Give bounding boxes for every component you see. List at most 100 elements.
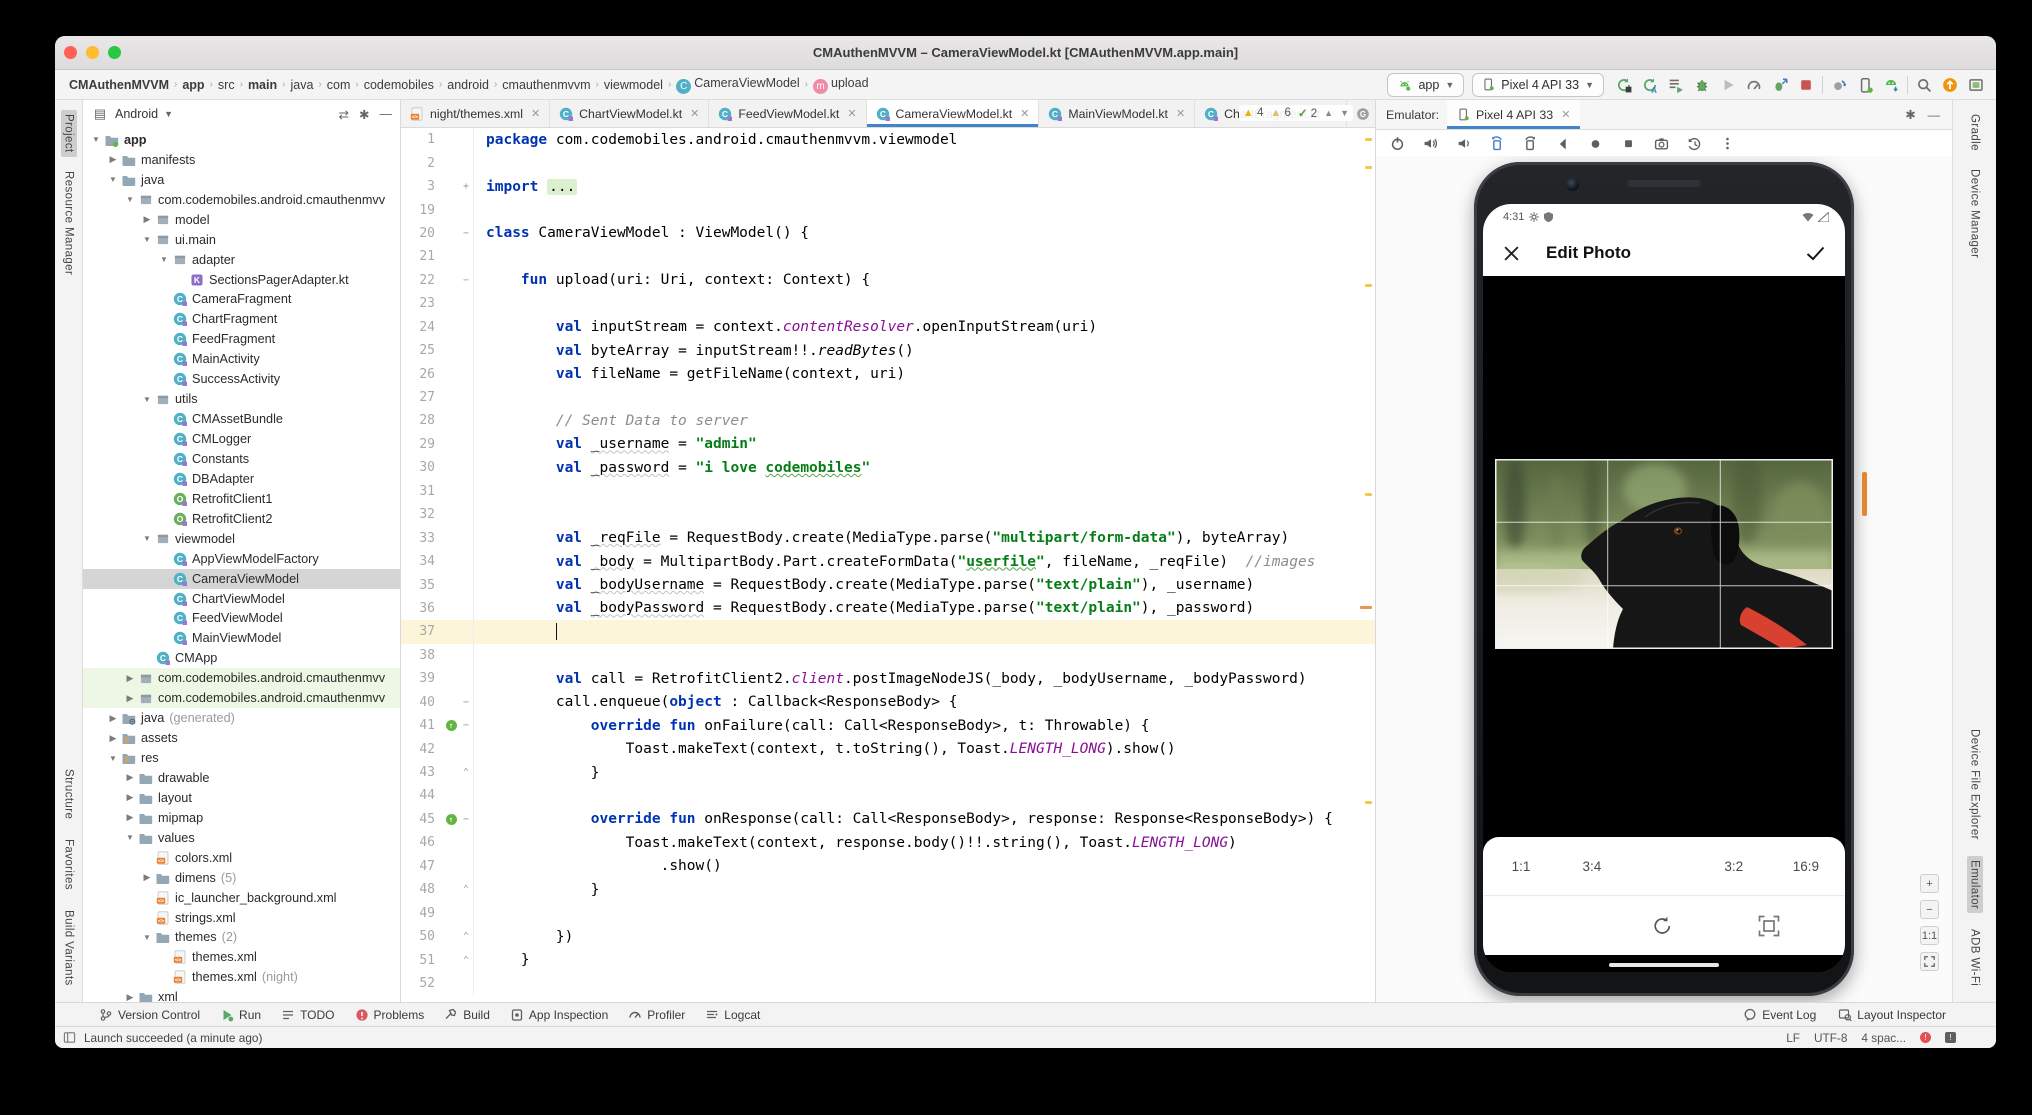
search-everywhere-icon[interactable] xyxy=(1912,74,1936,96)
error-stripe-mark[interactable] xyxy=(1365,284,1372,287)
aspect-ratio-1-1[interactable]: 1:1 xyxy=(1509,859,1533,874)
tree-item-model[interactable]: ▶model xyxy=(83,210,400,230)
stripe-item-resource-manager[interactable]: Resource Manager xyxy=(61,167,77,279)
code-line-35[interactable]: 35 val _bodyUsername = RequestBody.creat… xyxy=(401,573,1375,596)
tree-item-assets[interactable]: ▶assets xyxy=(83,728,400,748)
toolwindow-button-layout-inspector[interactable]: Layout Inspector xyxy=(1838,1008,1946,1022)
override-gutter-icon[interactable]: ↑ xyxy=(443,814,459,825)
tree-item-com-codemobiles-android-cmauthenmvv[interactable]: ▼com.codemobiles.android.cmauthenmvv xyxy=(83,190,400,210)
stripe-item-adb-wi-fi[interactable]: ADB Wi-Fi xyxy=(1967,925,1983,990)
sdk-manager-icon[interactable] xyxy=(1879,74,1903,96)
tree-expand-icon[interactable]: ▼ xyxy=(140,534,154,543)
tree-item-cameraviewmodel[interactable]: CCameraViewModel xyxy=(83,569,400,589)
fold-marker[interactable]: ⌃ xyxy=(459,878,474,901)
aspect-ratio-3-4[interactable]: 3:4 xyxy=(1580,859,1604,874)
code-line-22[interactable]: 22− fun upload(uri: Uri, context: Contex… xyxy=(401,269,1375,292)
fold-marker[interactable]: ⌃ xyxy=(459,761,474,784)
stop-icon[interactable] xyxy=(1794,74,1818,96)
tree-item-adapter[interactable]: ▼adapter xyxy=(83,250,400,270)
tree-expand-icon[interactable]: ▼ xyxy=(89,135,103,144)
code-line-37[interactable]: 37 xyxy=(401,620,1375,643)
tree-item-successactivity[interactable]: CSuccessActivity xyxy=(83,369,400,389)
toolwindow-button-run[interactable]: Run xyxy=(220,1008,261,1022)
project-view-selector[interactable]: Android xyxy=(115,107,158,121)
breadcrumb-item[interactable]: src xyxy=(218,78,235,92)
tab-night-themes-xml[interactable]: <>night/themes.xml✕ xyxy=(401,100,550,127)
rotate-right-icon[interactable] xyxy=(1520,134,1538,152)
fold-marker[interactable]: + xyxy=(459,175,474,198)
tree-item-retrofitclient2[interactable]: ORetrofitClient2 xyxy=(83,509,400,529)
stripe-item-build-variants[interactable]: Build Variants xyxy=(61,906,77,990)
inspection-widget[interactable]: ▲ 4 ▲ 6 ✓ 2 ▲ ▼ xyxy=(1239,105,1353,121)
fold-marker[interactable]: ⌃ xyxy=(459,948,474,971)
debug-icon[interactable] xyxy=(1690,74,1714,96)
tree-expand-icon[interactable]: ▼ xyxy=(140,235,154,244)
avd-icon[interactable] xyxy=(1964,74,1988,96)
tree-item-cmassetbundle[interactable]: CCMAssetBundle xyxy=(83,409,400,429)
aspect-ratio-16-9[interactable]: 16:9 xyxy=(1793,859,1819,874)
device-select[interactable]: Pixel 4 API 33 ▼ xyxy=(1472,73,1604,97)
code-line-49[interactable]: 49 xyxy=(401,901,1375,924)
code-line-2[interactable]: 2 xyxy=(401,151,1375,174)
apply-code-changes-icon[interactable]: A xyxy=(1638,74,1662,96)
breadcrumb-item[interactable]: CMAuthenMVVM xyxy=(69,78,169,92)
code-line-23[interactable]: 23 xyxy=(401,292,1375,315)
tree-item-cmapp[interactable]: CCMApp xyxy=(83,648,400,668)
chevron-down-icon[interactable]: ▼ xyxy=(164,109,173,119)
tree-item-dbadapter[interactable]: CDBAdapter xyxy=(83,469,400,489)
tree-expand-icon[interactable]: ▶ xyxy=(123,772,137,783)
zoom-window-button[interactable] xyxy=(108,46,121,59)
tree-item-drawable[interactable]: ▶drawable xyxy=(83,768,400,788)
tree-item-feedfragment[interactable]: CFeedFragment xyxy=(83,329,400,349)
code-line-30[interactable]: 30 val _password = "i love codemobiles" xyxy=(401,456,1375,479)
home-indicator[interactable] xyxy=(1609,963,1719,968)
code-line-19[interactable]: 19 xyxy=(401,198,1375,221)
apply-changes-restart-icon[interactable] xyxy=(1612,74,1636,96)
close-window-button[interactable] xyxy=(64,46,77,59)
code-line-1[interactable]: 1package com.codemobiles.android.cmauthe… xyxy=(401,128,1375,151)
code-line-25[interactable]: 25 val byteArray = inputStream!!.readByt… xyxy=(401,339,1375,362)
fit-to-window-button[interactable] xyxy=(1920,952,1939,971)
code-line-3[interactable]: 3+import ... xyxy=(401,175,1375,198)
volume-down-icon[interactable] xyxy=(1454,134,1472,152)
stripe-item-device-manager[interactable]: Device Manager xyxy=(1967,165,1983,262)
hide-panel-icon[interactable]: — xyxy=(1928,108,1940,122)
fold-marker[interactable]: − xyxy=(459,714,474,737)
toolwindow-button-version-control[interactable]: Version Control xyxy=(99,1008,200,1022)
tree-expand-icon[interactable]: ▶ xyxy=(140,872,154,883)
tree-expand-icon[interactable]: ▼ xyxy=(157,255,171,264)
tab-chartviewmodel-kt[interactable]: CChartViewModel.kt✕ xyxy=(550,100,709,127)
code-line-21[interactable]: 21 xyxy=(401,245,1375,268)
tree-expand-icon[interactable]: ▼ xyxy=(106,175,120,184)
aspect-ratio-3-2[interactable]: 3:2 xyxy=(1722,859,1746,874)
tree-item-utils[interactable]: ▼utils xyxy=(83,389,400,409)
fold-marker[interactable]: − xyxy=(459,691,474,714)
profiler-icon[interactable] xyxy=(1742,74,1766,96)
tree-item-chartfragment[interactable]: CChartFragment xyxy=(83,309,400,329)
zoom-out-button[interactable]: − xyxy=(1920,900,1939,919)
code-line-51[interactable]: 51⌃ } xyxy=(401,948,1375,971)
overview-icon[interactable] xyxy=(1619,134,1637,152)
code-line-52[interactable]: 52 xyxy=(401,972,1375,995)
tree-expand-icon[interactable]: ▼ xyxy=(123,195,137,204)
breadcrumb-item[interactable]: android xyxy=(447,78,489,92)
hide-panel-icon[interactable]: — xyxy=(380,107,393,122)
device-manager-icon[interactable] xyxy=(1853,74,1877,96)
code-line-41[interactable]: 41↑− override fun onFailure(call: Call<R… xyxy=(401,714,1375,737)
snapshots-icon[interactable] xyxy=(1685,134,1703,152)
code-line-26[interactable]: 26 val fileName = getFileName(context, u… xyxy=(401,362,1375,385)
tree-expand-icon[interactable]: ▶ xyxy=(106,733,120,744)
toolwindow-button-problems[interactable]: Problems xyxy=(355,1008,425,1022)
error-stripe-mark[interactable] xyxy=(1365,166,1372,169)
toolwindow-button-event-log[interactable]: Event Log xyxy=(1743,1008,1816,1022)
error-highlight-icon[interactable]: ! xyxy=(1920,1032,1931,1043)
code-line-31[interactable]: 31 xyxy=(401,480,1375,503)
tree-item-app[interactable]: ▼app xyxy=(83,130,400,150)
code-line-33[interactable]: 33 val _reqFile = RequestBody.create(Med… xyxy=(401,526,1375,549)
breadcrumb-item[interactable]: main xyxy=(248,78,277,92)
fold-marker[interactable]: − xyxy=(459,269,474,292)
tree-item-java[interactable]: ▼java xyxy=(83,170,400,190)
close-tab-icon[interactable]: ✕ xyxy=(1020,107,1029,120)
code-line-47[interactable]: 47 .show() xyxy=(401,855,1375,878)
volume-up-icon[interactable] xyxy=(1421,134,1439,152)
